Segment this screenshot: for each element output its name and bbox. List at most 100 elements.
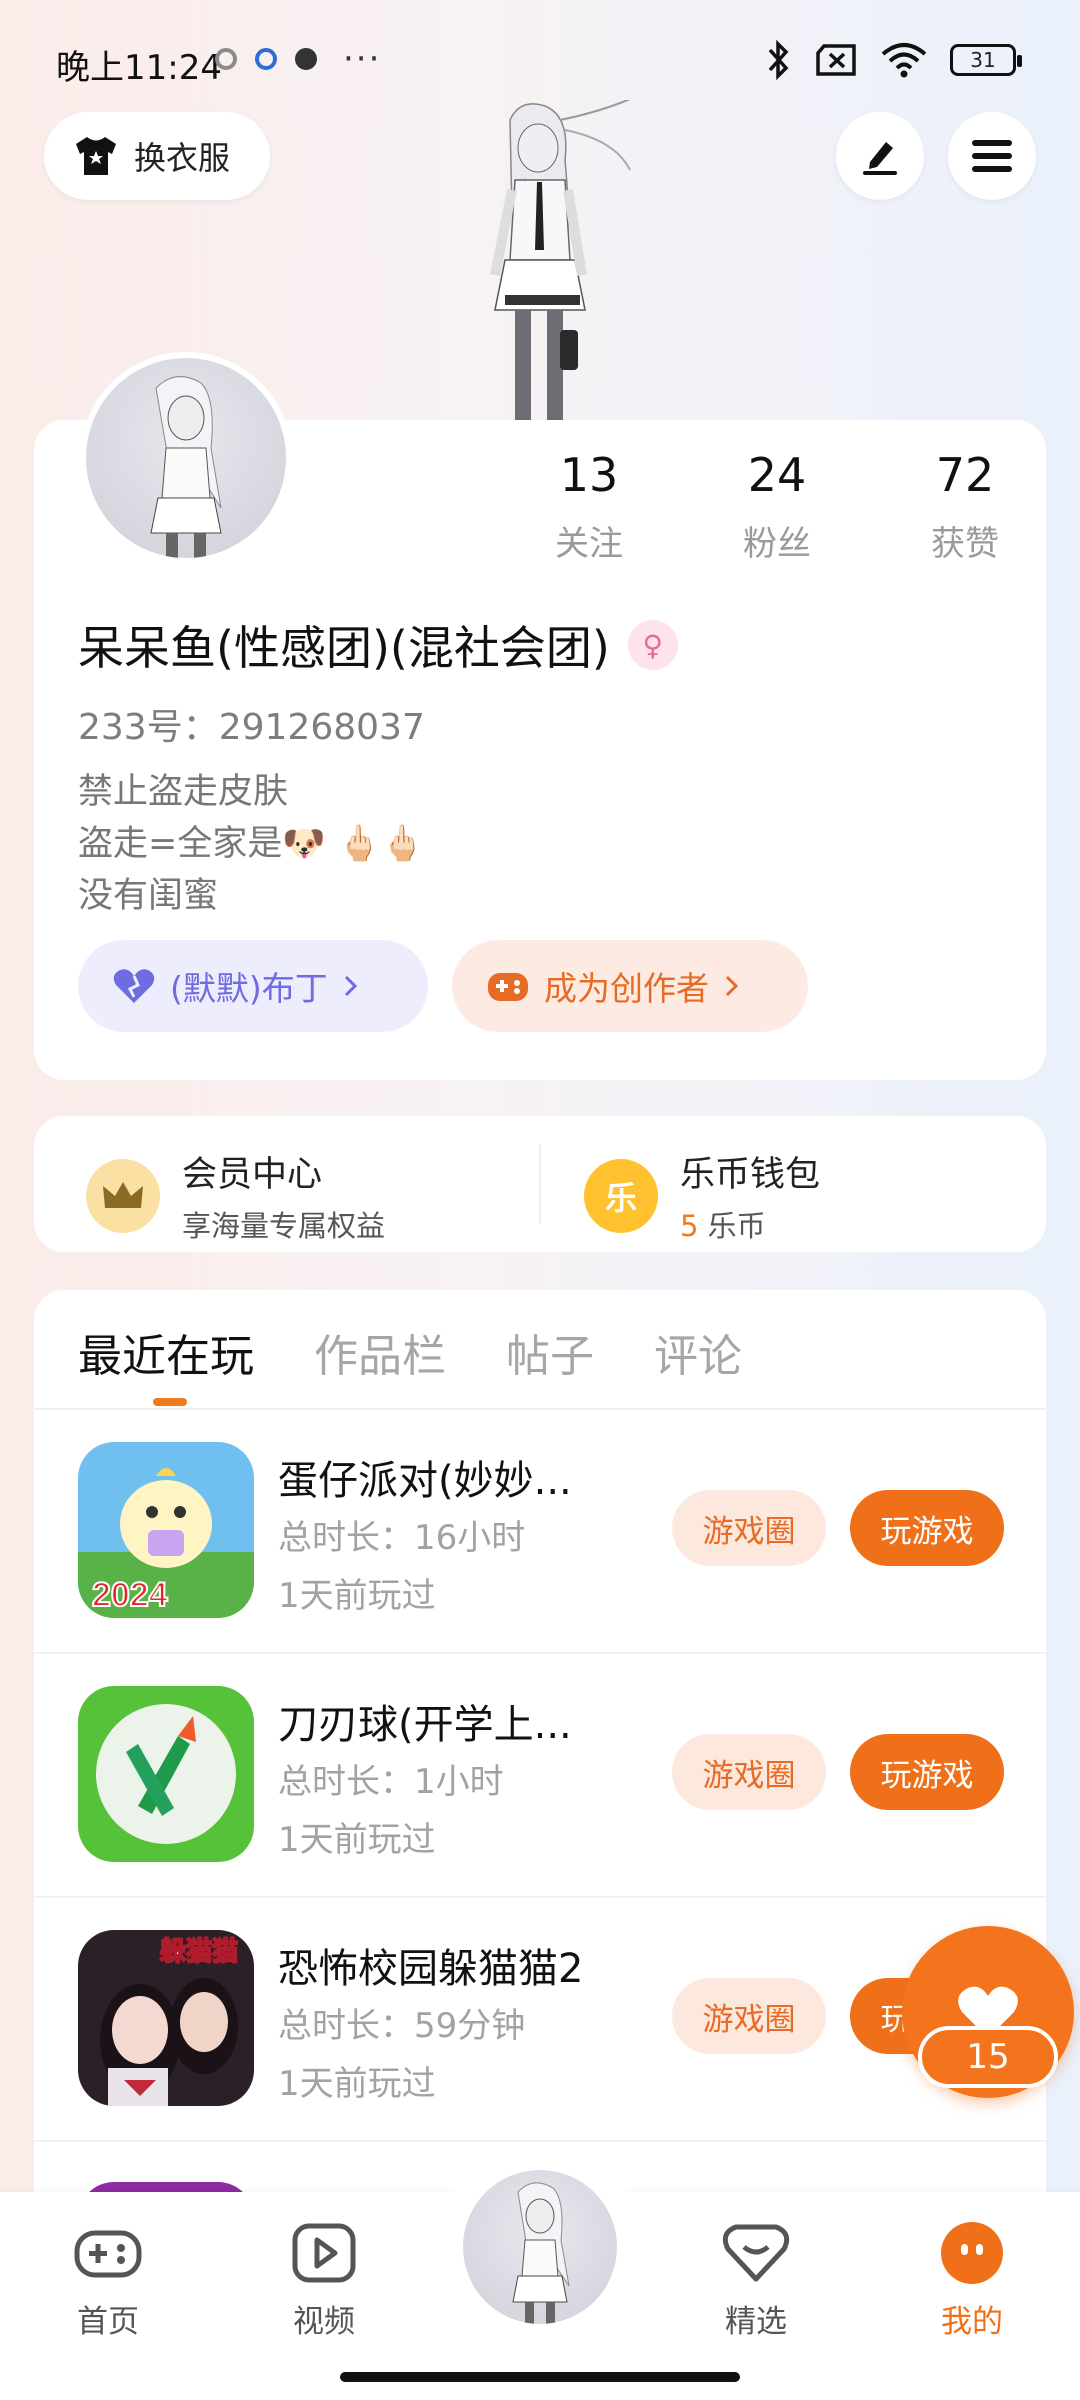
game-row[interactable]: 刀刃球(开学上... 总时长：1小时 1天前玩过 游戏圈 玩游戏: [34, 1654, 1046, 1898]
game-icon-title-label: 躲猫猫: [160, 1937, 238, 1967]
divider: [539, 1144, 541, 1224]
chevron-right-icon: [344, 975, 357, 997]
game-duration: 总时长：59分钟: [278, 2006, 526, 2046]
game-icon-hide-and-seek: 躲猫猫: [78, 1930, 254, 2106]
nav-mine[interactable]: 我的: [902, 2218, 1042, 2341]
nav-mine-label: 我的: [941, 2304, 1003, 2340]
pudding-label: (默默)布丁: [170, 969, 328, 1008]
notification-icons: ···: [215, 39, 382, 79]
wallet-title: 乐币钱包: [680, 1155, 821, 1195]
become-creator-button[interactable]: 成为创作者: [452, 940, 808, 1032]
notification-icon: [295, 48, 317, 70]
vip-wallet-card: 会员中心 享海量专属权益 乐 乐币钱包 5 乐币: [34, 1116, 1046, 1252]
gamepad-icon: [73, 2218, 143, 2288]
game-name: 刀刃球(开学上...: [278, 1702, 572, 1748]
edit-profile-button[interactable]: [836, 112, 924, 200]
followers-label: 粉丝: [743, 524, 811, 564]
play-game-button[interactable]: 玩游戏: [850, 1734, 1004, 1810]
avatar-character-illustration: [490, 100, 631, 425]
game-row[interactable]: 2024 蛋仔派对(妙妙... 总时长：16小时 1天前玩过 游戏圈 玩游戏: [34, 1410, 1046, 1654]
coin-count: 5: [680, 1209, 699, 1243]
pudding-button[interactable]: (默默)布丁: [78, 940, 428, 1032]
heart-diamond-icon: [721, 2218, 791, 2288]
bio: 禁止盗走皮肤 盗走=全家是🐶 🖕🏻🖕🏻 没有闺蜜: [78, 766, 424, 922]
play-game-button[interactable]: 玩游戏: [850, 1490, 1004, 1566]
coin-icon: 乐: [584, 1158, 658, 1233]
nickname: 呆呆鱼(性感团)(混社会团) ♀: [78, 612, 678, 678]
tab-comments[interactable]: 评论: [654, 1320, 742, 1384]
game-name: 蛋仔派对(妙妙...: [278, 1458, 572, 1504]
member-center-title: 会员中心: [182, 1155, 323, 1195]
game-last-played: 1天前玩过: [278, 1820, 436, 1860]
menu-icon: [972, 140, 1012, 172]
no-sim-icon: [816, 44, 856, 76]
member-center-subtitle: 享海量专属权益: [182, 1209, 386, 1243]
nav-avatar-button[interactable]: [463, 2170, 617, 2324]
more-notifications-icon: ···: [343, 39, 382, 79]
game-last-played: 1天前玩过: [278, 2064, 436, 2104]
following-count: 13: [559, 448, 619, 502]
game-duration: 总时长：16小时: [278, 1518, 526, 1558]
likes-stat[interactable]: 72 获赞: [871, 448, 1059, 565]
nav-picks-label: 精选: [725, 2304, 787, 2340]
likes-label: 获赞: [931, 524, 999, 564]
menu-button[interactable]: [948, 112, 1036, 200]
pen-icon: [863, 142, 897, 175]
coin-unit: 乐币: [698, 1209, 766, 1243]
avatar-image: [150, 376, 222, 558]
shirt-icon: [76, 137, 116, 175]
like-count: 15: [918, 2026, 1058, 2088]
nav-video-label: 视频: [293, 2304, 355, 2340]
nav-video[interactable]: 视频: [254, 2218, 394, 2341]
bio-line: 没有闺蜜: [78, 876, 219, 916]
tab-posts[interactable]: 帖子: [506, 1320, 594, 1384]
battery-icon: 31: [950, 44, 1022, 76]
change-outfit-button[interactable]: 换衣服: [44, 112, 270, 200]
bio-line: 禁止盗走皮肤: [78, 772, 289, 812]
active-tab-indicator: [153, 1398, 187, 1406]
female-gender-icon: ♀: [627, 620, 678, 670]
tab-recently-played[interactable]: 最近在玩: [78, 1320, 254, 1384]
notification-icon: [255, 48, 277, 70]
play-video-icon: [289, 2218, 359, 2288]
tab-works[interactable]: 作品栏: [314, 1320, 446, 1384]
profile-avatar[interactable]: [80, 352, 292, 564]
game-icon-year-label: 2024: [92, 1576, 168, 1614]
chevron-right-icon: [725, 975, 739, 997]
heart-icon: [113, 969, 155, 1003]
nav-picks[interactable]: 精选: [686, 2218, 826, 2341]
member-center[interactable]: 会员中心 享海量专属权益: [86, 1146, 385, 1245]
game-row[interactable]: 躲猫猫 恐怖校园躲猫猫2 总时长：59分钟 1天前玩过 游戏圈 玩游戏: [34, 1898, 1046, 2142]
coin-wallet[interactable]: 乐 乐币钱包 5 乐币: [584, 1146, 820, 1245]
notification-icon: [215, 48, 237, 70]
following-label: 关注: [555, 524, 623, 564]
user-id[interactable]: 233号：291268037: [78, 698, 425, 750]
home-indicator: [340, 2372, 740, 2382]
game-circle-button[interactable]: 游戏圈: [672, 1978, 826, 2054]
crown-icon: [86, 1158, 160, 1233]
bluetooth-icon: [768, 40, 789, 80]
battery-level: 31: [970, 48, 996, 72]
nav-home-label: 首页: [77, 2304, 139, 2340]
profile-stats: 13 关注 24 粉丝 72 获赞: [495, 448, 1059, 565]
smiley-face-icon: [937, 2218, 1007, 2288]
game-duration: 总时长：1小时: [278, 1762, 504, 1802]
game-circle-button[interactable]: 游戏圈: [672, 1734, 826, 1810]
nickname-text: 呆呆鱼(性感团)(混社会团): [78, 621, 610, 675]
content-tabs: 最近在玩 作品栏 帖子 评论: [78, 1320, 742, 1384]
avatar-image: [512, 2182, 570, 2324]
system-icons: 31: [766, 40, 1022, 80]
game-name: 恐怖校园躲猫猫2: [278, 1946, 584, 1992]
game-circle-button[interactable]: 游戏圈: [672, 1490, 826, 1566]
game-icon-blade-ball: [78, 1686, 254, 1862]
followers-stat[interactable]: 24 粉丝: [683, 448, 871, 565]
status-time: 晚上11:24: [56, 48, 222, 88]
game-icon-egg-party: 2024: [78, 1442, 254, 1618]
change-outfit-label: 换衣服: [134, 139, 231, 177]
wallet-balance: 5 乐币: [680, 1203, 820, 1245]
nav-home[interactable]: 首页: [38, 2218, 178, 2341]
following-stat[interactable]: 13 关注: [495, 448, 683, 565]
divider: [34, 2140, 1046, 2142]
followers-count: 24: [747, 448, 807, 502]
wifi-icon: [881, 43, 927, 78]
